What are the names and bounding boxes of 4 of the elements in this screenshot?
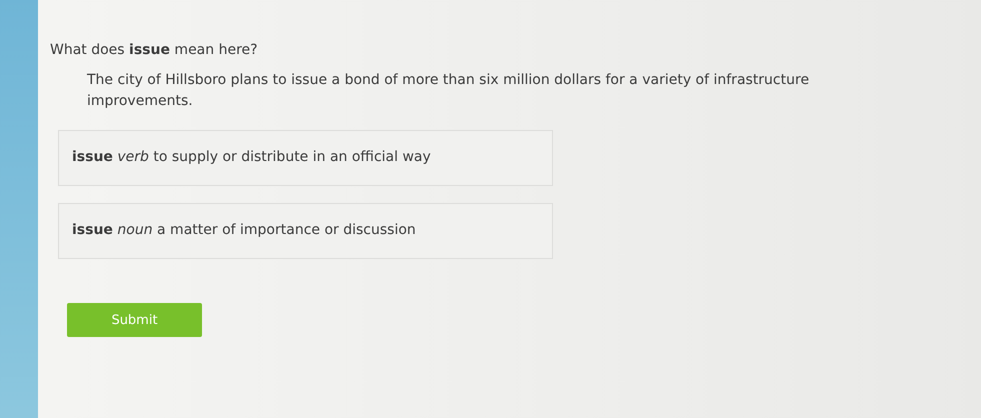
answer-option[interactable]: issue noun a matter of importance or discussion [58,203,553,259]
question-text: What does issue mean here? [50,42,258,58]
passage-text: The city of Hillsboro plans to issue a bond of more than six million dollars for a variety of infrastructure improvements. [87,71,810,111]
answer-option[interactable]: issue verb to supply or distribute in an official way [58,130,553,186]
